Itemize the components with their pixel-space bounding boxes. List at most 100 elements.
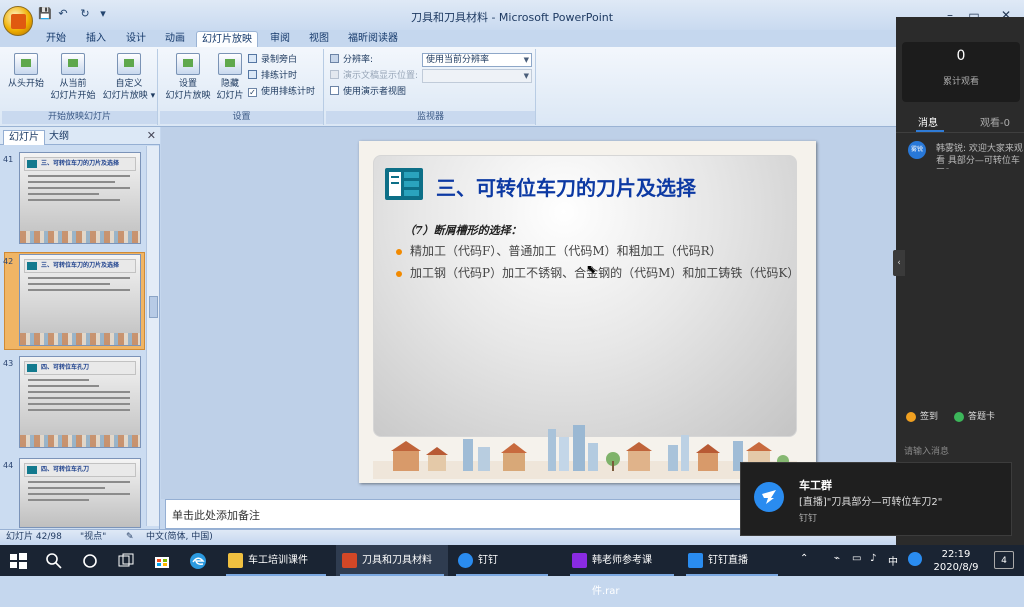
tab-home[interactable]: 开始 [40,31,72,47]
active-tab-underline [916,130,944,132]
language-indicator[interactable]: 中文(简体, 中国) [146,530,213,545]
notes-placeholder: 单击此处添加备注 [172,509,260,522]
theme-name: "视点" [80,532,107,542]
from-current-button[interactable]: 从当前 幻灯片开始 [46,53,100,102]
mouse-cursor-icon: ⬉ [586,262,597,276]
thumbnail-number: 42 [3,257,14,266]
chevron-down-icon: ▼ [523,56,529,64]
store-icon[interactable] [152,551,172,571]
notification-toast[interactable]: 车工群 [直播]"刀具部分—可转位车刀2" 钉钉 [740,462,1012,536]
record-narration-button[interactable]: 录制旁白 [248,53,297,67]
thumbnail-text-lines [28,175,130,205]
show-on-select[interactable]: ▼ [422,69,532,83]
sign-in-button[interactable]: 签到 [906,409,938,425]
taskbar-app-winrar[interactable]: 韩老师参考课件.rar [566,545,678,597]
hide-slide-button[interactable]: 隐藏 幻灯片 [212,53,248,102]
use-timings-label: 使用排练计时 [261,87,316,97]
slide-title: 三、可转位车刀的刀片及选择 [436,176,696,200]
group-start-slideshow: 从头开始 从当前 幻灯片开始 自定义 幻灯片放映 ▾ 开始放映幻灯片 [2,49,158,125]
current-slide[interactable]: 三、可转位车刀的刀片及选择 （7）断屑槽形的选择： 精加工（代码F）、普通加工（… [359,141,816,483]
presenter-view-checkbox[interactable]: 使用演示者视图 [330,85,406,99]
resolution-label: 分辨率: [343,55,374,65]
group-setup: 设置 幻灯片放映 隐藏 幻灯片 录制旁白 排练计时 ✓ 使用排练计时 设置 [160,49,324,125]
custom-slideshow-button[interactable]: 自定义 幻灯片放映 ▾ [100,53,158,102]
volume-icon[interactable]: ♪ [870,553,876,564]
rehearse-timings-label: 排练计时 [261,71,298,81]
taskbar-app-dingtalk[interactable]: 钉钉 [452,545,552,576]
taskbar-app-label: 钉钉 [478,555,498,566]
taskbar-app-dingtalk-live[interactable]: 钉钉直播 [682,545,782,576]
from-beginning-button[interactable]: 从头开始 [4,53,48,90]
edge-browser-icon[interactable] [188,551,208,571]
setup-slideshow-button[interactable]: 设置 幻灯片放映 [162,53,214,102]
taskbar-app-powerpoint[interactable]: 刀具和刀具材料 [336,545,448,576]
tab-slide-show[interactable]: 幻灯片放映 [196,31,258,47]
tab-insert[interactable]: 插入 [80,31,112,47]
chat-message-input[interactable]: 请输入消息 [900,443,1020,461]
tab-animation[interactable]: 动画 [159,31,191,47]
dingtalk-icon [458,553,473,568]
tab-design[interactable]: 设计 [120,31,152,47]
tab-review[interactable]: 审阅 [264,31,296,47]
tray-chevron-up-icon[interactable]: ⌃ [800,553,808,564]
thumbnail-number: 43 [3,359,14,368]
group-label-setup: 设置 [160,111,323,124]
from-beginning-label: 从头开始 [7,79,44,89]
windows-start-icon[interactable] [8,551,28,571]
slide-content-frame: 三、可转位车刀的刀片及选择 （7）断屑槽形的选择： 精加工（代码F）、普通加工（… [373,155,800,437]
use-timings-checkbox[interactable]: ✓ 使用排练计时 [248,85,315,99]
taskbar-app-label: 车工培训课件 [248,555,308,566]
dingtalk-icon [754,482,784,512]
thumbnail-number: 44 [3,461,14,470]
thumbnail-scrollbar[interactable] [146,146,159,526]
group-label-monitors: 监视器 [326,111,535,124]
chat-tabs: 消息 观看-0 [896,107,1024,133]
thumbnail-slide[interactable]: 四、可转位车孔刀 [19,458,141,528]
tab-viewers[interactable]: 观看-0 [980,114,1010,129]
network-icon[interactable]: ⌁ [834,553,840,564]
tab-foxit-reader[interactable]: 福昕阅读器 [342,31,404,47]
archive-icon [572,553,587,568]
notification-center-icon[interactable]: 4 [994,551,1014,569]
checkbox-checked-icon: ✓ [248,88,257,97]
system-clock[interactable]: 22:19 2020/8/9 [926,548,986,574]
hide-slide-icon [218,53,242,75]
bullet-dot-icon [396,249,402,255]
thumbnail-title: 三、可转位车刀的刀片及选择 [24,157,136,171]
search-icon[interactable] [44,551,64,571]
office-button[interactable] [3,6,33,36]
resolution-select[interactable]: 使用当前分辨率 ▼ [422,53,532,67]
rehearse-timings-button[interactable]: 排练计时 [248,69,297,83]
hide-label-1: 隐藏 [220,79,239,89]
resolution-value: 使用当前分辨率 [426,55,490,65]
taskbar-app-label: 钉钉直播 [708,555,748,566]
close-icon[interactable]: ✕ [147,129,156,142]
thumbnail-slide[interactable]: 四、可转位车孔刀 [19,356,141,448]
tab-messages[interactable]: 消息 [918,114,938,129]
dingtalk-tray-icon[interactable] [908,552,922,566]
from-current-label-1: 从当前 [59,79,87,89]
spellcheck-icon[interactable]: ✎ [126,530,134,545]
thumbnail-slide-selected[interactable]: 三、可转位车刀的刀片及选择 [19,254,141,346]
bullet-text: 精加工（代码F）、普通加工（代码M）和粗加工（代码R） [410,244,722,258]
setup-label-1: 设置 [178,79,197,89]
tab-view[interactable]: 视图 [303,31,335,47]
collapse-panel-button[interactable]: ‹ [893,250,905,276]
toast-title: 车工群 [799,479,832,492]
task-view-icon[interactable] [116,551,136,571]
viewer-count-label: 累计观看 [942,77,979,87]
thumbnail-slide[interactable]: 三、可转位车刀的刀片及选择 [19,152,141,244]
ime-indicator[interactable]: 中 [888,553,898,568]
clock-date: 2020/8/9 [933,562,979,573]
thumbnail-text-lines [28,481,130,505]
viewer-count: 0 [956,48,966,64]
battery-icon[interactable]: ▭ [852,553,861,564]
record-narration-label: 录制旁白 [261,55,298,65]
answer-card-button[interactable]: 答题卡 [954,409,995,425]
window-title: 刀具和刀具材料 - Microsoft PowerPoint [410,11,614,24]
cortana-icon[interactable] [80,551,100,571]
bullet-text: 加工钢（代码P）加工不锈钢、合金钢的（代码M）和加工铸铁（代码K） [410,266,800,280]
taskbar-app-label: 刀具和刀具材料 [362,555,432,566]
scrollbar-thumb[interactable] [149,296,158,318]
taskbar-app-explorer[interactable]: 车工培训课件 [222,545,330,576]
